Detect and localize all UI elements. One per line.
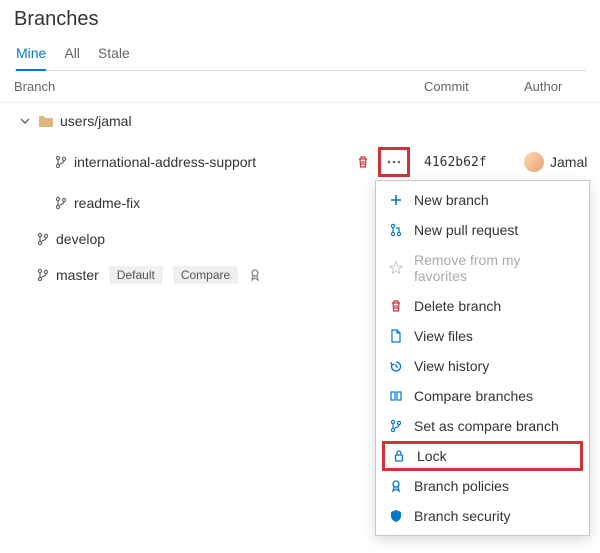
menu-lock[interactable]: Lock (382, 441, 583, 471)
menu-new-pull-request[interactable]: New pull request (376, 215, 589, 245)
menu-label: Branch security (414, 508, 510, 524)
history-icon (388, 359, 404, 373)
compare-icon (388, 389, 404, 403)
policy-medal-icon (248, 268, 262, 282)
shield-icon (388, 509, 404, 523)
menu-new-branch[interactable]: New branch (376, 185, 589, 215)
avatar (524, 152, 544, 172)
highlight-more-button (378, 147, 410, 177)
menu-label: Lock (417, 448, 447, 464)
branch-name: international-address-support (74, 154, 256, 170)
tabs-bar: Mine All Stale (14, 39, 586, 71)
menu-branch-policies[interactable]: Branch policies (376, 471, 589, 501)
col-author: Author (524, 79, 586, 94)
menu-label: New pull request (414, 222, 518, 238)
author-name: Jamal (550, 154, 587, 170)
compare-badge: Compare (173, 266, 238, 284)
menu-remove-favorite: Remove from my favorites (376, 245, 589, 291)
tab-stale[interactable]: Stale (98, 39, 130, 70)
branch-icon (388, 419, 404, 433)
trash-icon (388, 299, 404, 313)
more-button[interactable] (382, 151, 406, 173)
page-title: Branches (14, 8, 586, 31)
branch-row-intl[interactable]: international-address-support 4162b62f J… (0, 139, 600, 185)
delete-icon[interactable] (356, 155, 370, 169)
branch-name: readme-fix (74, 195, 140, 211)
folder-row[interactable]: users/jamal (0, 103, 600, 139)
folder-icon (38, 114, 54, 128)
menu-view-history[interactable]: View history (376, 351, 589, 381)
menu-label: New branch (414, 192, 489, 208)
default-badge: Default (109, 266, 163, 284)
menu-compare-branches[interactable]: Compare branches (376, 381, 589, 411)
file-icon (388, 329, 404, 343)
branch-icon (36, 232, 50, 246)
menu-view-files[interactable]: View files (376, 321, 589, 351)
menu-set-compare-branch[interactable]: Set as compare branch (376, 411, 589, 441)
menu-label: View history (414, 358, 489, 374)
menu-delete-branch[interactable]: Delete branch (376, 291, 589, 321)
menu-label: Remove from my favorites (414, 252, 577, 284)
branch-icon (36, 268, 50, 282)
pull-request-icon (388, 223, 404, 237)
menu-label: Set as compare branch (414, 418, 559, 434)
menu-label: Compare branches (414, 388, 533, 404)
branch-name: master (56, 267, 99, 283)
folder-name: users/jamal (60, 113, 132, 129)
star-outline-icon (388, 261, 404, 275)
branch-icon (54, 196, 68, 210)
col-branch: Branch (14, 79, 424, 94)
menu-branch-security[interactable]: Branch security (376, 501, 589, 531)
menu-label: Delete branch (414, 298, 501, 314)
menu-label: View files (414, 328, 473, 344)
menu-label: Branch policies (414, 478, 509, 494)
branch-name: develop (56, 231, 105, 247)
branch-context-menu: New branch New pull request Remove from … (375, 180, 590, 536)
tab-mine[interactable]: Mine (16, 39, 46, 71)
tab-all[interactable]: All (64, 39, 80, 70)
col-commit: Commit (424, 79, 524, 94)
lock-icon (391, 449, 407, 463)
branch-icon (54, 155, 68, 169)
plus-icon (388, 193, 404, 207)
chevron-down-icon[interactable] (20, 116, 32, 126)
column-headers: Branch Commit Author (0, 71, 600, 103)
medal-icon (388, 479, 404, 493)
commit-hash[interactable]: 4162b62f (424, 155, 524, 170)
